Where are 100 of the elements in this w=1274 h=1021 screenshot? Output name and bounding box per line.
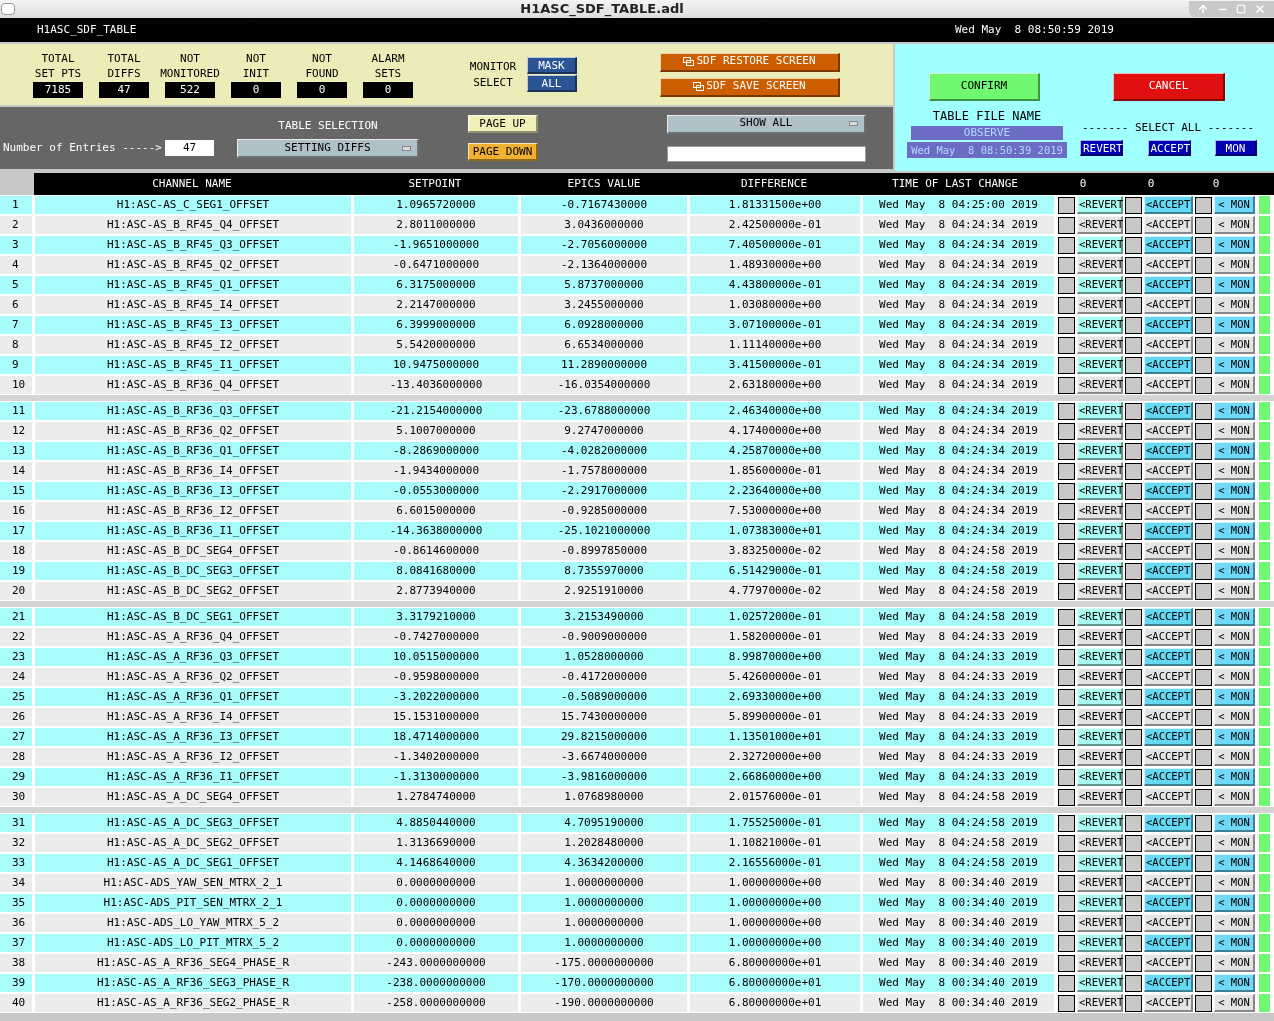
checkbox[interactable] [1058, 276, 1075, 294]
row-action-button[interactable]: < MON [1214, 582, 1255, 600]
checkbox[interactable] [1125, 934, 1142, 952]
row-action-button[interactable]: < MON [1214, 316, 1255, 334]
checkbox[interactable] [1125, 356, 1142, 374]
row-action-button[interactable]: <REVERT [1077, 708, 1123, 726]
window-menu-icon[interactable] [1, 3, 15, 15]
checkbox[interactable] [1058, 894, 1075, 912]
checkbox[interactable] [1058, 356, 1075, 374]
row-action-button[interactable]: < MON [1214, 376, 1255, 394]
row-action-button[interactable]: <ACCEPT [1144, 216, 1193, 234]
checkbox[interactable] [1125, 562, 1142, 580]
row-action-button[interactable]: <ACCEPT [1144, 562, 1193, 580]
checkbox[interactable] [1125, 608, 1142, 626]
row-action-button[interactable]: < MON [1214, 708, 1255, 726]
screen-button[interactable]: SDF SAVE SCREEN [660, 77, 840, 97]
show-dropdown[interactable]: SHOW ALL [667, 114, 866, 134]
checkbox[interactable] [1195, 276, 1212, 294]
row-action-button[interactable]: <ACCEPT [1144, 974, 1193, 992]
cancel-button[interactable]: CANCEL [1113, 73, 1225, 101]
checkbox[interactable] [1058, 728, 1075, 746]
checkbox[interactable] [1058, 502, 1075, 520]
checkbox[interactable] [1058, 462, 1075, 480]
row-action-button[interactable]: < MON [1214, 854, 1255, 872]
row-action-button[interactable]: < MON [1214, 628, 1255, 646]
checkbox[interactable] [1125, 276, 1142, 294]
checkbox[interactable] [1125, 954, 1142, 972]
row-action-button[interactable]: < MON [1214, 356, 1255, 374]
row-action-button[interactable]: < MON [1214, 276, 1255, 294]
checkbox[interactable] [1195, 894, 1212, 912]
row-action-button[interactable]: <ACCEPT [1144, 728, 1193, 746]
checkbox[interactable] [1195, 356, 1212, 374]
row-action-button[interactable]: <ACCEPT [1144, 788, 1193, 806]
row-action-button[interactable]: <ACCEPT [1144, 522, 1193, 540]
row-action-button[interactable]: <REVERT [1077, 688, 1123, 706]
checkbox[interactable] [1058, 296, 1075, 314]
row-action-button[interactable]: < MON [1214, 502, 1255, 520]
checkbox[interactable] [1125, 768, 1142, 786]
row-action-button[interactable]: < MON [1214, 562, 1255, 580]
row-action-button[interactable]: < MON [1214, 954, 1255, 972]
checkbox[interactable] [1125, 582, 1142, 600]
row-action-button[interactable]: <ACCEPT [1144, 768, 1193, 786]
row-action-button[interactable]: <REVERT [1077, 462, 1123, 480]
row-action-button[interactable]: <REVERT [1077, 522, 1123, 540]
row-action-button[interactable]: <REVERT [1077, 422, 1123, 440]
checkbox[interactable] [1125, 648, 1142, 666]
row-action-button[interactable]: < MON [1214, 894, 1255, 912]
checkbox[interactable] [1195, 834, 1212, 852]
checkbox[interactable] [1195, 648, 1212, 666]
checkbox[interactable] [1058, 628, 1075, 646]
table-selection-dropdown[interactable]: SETTING DIFFS [237, 139, 419, 159]
checkbox[interactable] [1058, 582, 1075, 600]
checkbox[interactable] [1195, 336, 1212, 354]
checkbox[interactable] [1058, 608, 1075, 626]
row-action-button[interactable]: <ACCEPT [1144, 296, 1193, 314]
checkbox[interactable] [1195, 814, 1212, 832]
checkbox[interactable] [1195, 728, 1212, 746]
row-action-button[interactable]: <REVERT [1077, 502, 1123, 520]
row-action-button[interactable]: <ACCEPT [1144, 914, 1193, 932]
checkbox[interactable] [1125, 502, 1142, 520]
checkbox[interactable] [1058, 316, 1075, 334]
checkbox[interactable] [1195, 582, 1212, 600]
checkbox[interactable] [1195, 608, 1212, 626]
checkbox[interactable] [1058, 376, 1075, 394]
select-all-button[interactable]: MON [1215, 139, 1257, 156]
row-action-button[interactable]: <ACCEPT [1144, 376, 1193, 394]
checkbox[interactable] [1195, 562, 1212, 580]
row-action-button[interactable]: < MON [1214, 934, 1255, 952]
row-action-button[interactable]: < MON [1214, 768, 1255, 786]
checkbox[interactable] [1195, 874, 1212, 892]
checkbox[interactable] [1125, 296, 1142, 314]
checkbox[interactable] [1195, 668, 1212, 686]
checkbox[interactable] [1058, 402, 1075, 420]
checkbox[interactable] [1058, 196, 1075, 214]
row-action-button[interactable]: <REVERT [1077, 874, 1123, 892]
row-action-button[interactable]: < MON [1214, 482, 1255, 500]
row-action-button[interactable]: <REVERT [1077, 582, 1123, 600]
row-action-button[interactable]: <ACCEPT [1144, 236, 1193, 254]
row-action-button[interactable]: <REVERT [1077, 376, 1123, 394]
checkbox[interactable] [1125, 788, 1142, 806]
checkbox[interactable] [1125, 196, 1142, 214]
checkbox[interactable] [1058, 708, 1075, 726]
row-action-button[interactable]: <REVERT [1077, 542, 1123, 560]
row-action-button[interactable]: <ACCEPT [1144, 256, 1193, 274]
checkbox[interactable] [1125, 236, 1142, 254]
checkbox[interactable] [1195, 542, 1212, 560]
checkbox[interactable] [1125, 316, 1142, 334]
checkbox[interactable] [1058, 236, 1075, 254]
checkbox[interactable] [1058, 748, 1075, 766]
row-action-button[interactable]: <REVERT [1077, 974, 1123, 992]
checkbox[interactable] [1195, 688, 1212, 706]
checkbox[interactable] [1125, 914, 1142, 932]
checkbox[interactable] [1125, 402, 1142, 420]
row-action-button[interactable]: <ACCEPT [1144, 422, 1193, 440]
row-action-button[interactable]: <ACCEPT [1144, 668, 1193, 686]
row-action-button[interactable]: <ACCEPT [1144, 442, 1193, 460]
checkbox[interactable] [1195, 502, 1212, 520]
row-action-button[interactable]: < MON [1214, 216, 1255, 234]
checkbox[interactable] [1195, 422, 1212, 440]
checkbox[interactable] [1125, 854, 1142, 872]
